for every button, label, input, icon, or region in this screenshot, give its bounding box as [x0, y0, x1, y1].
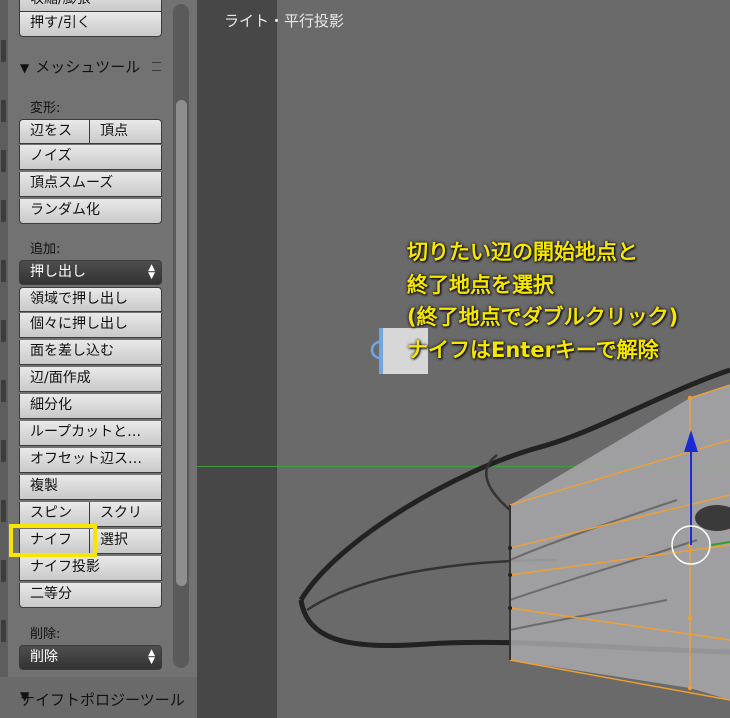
- tool-shelf-tabs[interactable]: [0, 0, 8, 718]
- smooth-vertex-button[interactable]: 頂点スムーズ: [19, 172, 162, 197]
- extrude-individual-button[interactable]: 個々に押し出し: [19, 313, 162, 338]
- delete-select[interactable]: 削除 ▲ ▼: [19, 645, 162, 670]
- loop-cut-button[interactable]: ループカットと…: [19, 421, 162, 446]
- bisect-button[interactable]: 二等分: [19, 583, 162, 608]
- delete-label: 削除:: [30, 627, 61, 642]
- knife-topology-title: ナイフトポロジーツール: [20, 691, 185, 709]
- collapse-triangle-icon: ▼: [20, 61, 30, 75]
- 3d-viewport[interactable]: ライト・平行投影 切りたい辺の開始地点と 終了地点を選択 (終了地点でダブルクリ…: [197, 0, 730, 718]
- select-arrows-icon: ▲ ▼: [148, 648, 155, 666]
- delete-select-value: 削除: [30, 649, 58, 665]
- make-edge-face-button[interactable]: 辺/面作成: [19, 367, 162, 392]
- shrink-fatten-button[interactable]: 収縮/膨張: [19, 0, 162, 12]
- mesh-face: [510, 385, 730, 700]
- push-pull-button[interactable]: 押す/引く: [19, 12, 162, 37]
- inset-faces-button[interactable]: 面を差し込む: [19, 340, 162, 365]
- knife-highlight-box: [9, 524, 97, 557]
- transform-label: 変形:: [30, 101, 61, 116]
- subdivide-button[interactable]: 細分化: [19, 394, 162, 419]
- mesh-tools-title: メッシュツール: [35, 58, 141, 76]
- instruction-annotation: 切りたい辺の開始地点と 終了地点を選択 (終了地点でダブルクリック) ナイフはE…: [407, 236, 678, 366]
- add-label: 追加:: [30, 242, 61, 257]
- extrude-region-button[interactable]: 領域で押し出し: [19, 287, 162, 312]
- edge-slide-button[interactable]: 辺をス: [19, 119, 90, 144]
- extrude-select[interactable]: 押し出し ▲ ▼: [19, 260, 162, 285]
- duplicate-button[interactable]: 複製: [19, 475, 162, 500]
- select-arrows-icon: ▲ ▼: [148, 263, 155, 281]
- noise-button[interactable]: ノイズ: [19, 145, 162, 170]
- viewport-title: ライト・平行投影: [224, 12, 345, 30]
- knife-topology-header[interactable]: ▼ ナイフトポロジーツール: [0, 677, 197, 718]
- knife-select-button[interactable]: 選択: [90, 529, 162, 554]
- extrude-select-value: 押し出し: [30, 264, 86, 280]
- knife-project-button[interactable]: ナイフ投影: [19, 556, 162, 581]
- vertex-slide-button[interactable]: 頂点: [90, 119, 162, 144]
- annotation-line: 終了地点を選択: [407, 272, 554, 297]
- panel-scrollbar-thumb[interactable]: [176, 100, 187, 586]
- drag-handle-icon[interactable]: [152, 62, 161, 71]
- tool-shelf-panel: 収縮/膨張 押す/引く ▼ メッシュツール 変形: 辺をス 頂点 ノイズ 頂点スム…: [0, 0, 197, 718]
- annotation-line: ナイフはEnterキーで解除: [407, 337, 659, 362]
- annotation-line: 切りたい辺の開始地点と: [407, 240, 638, 264]
- screw-button[interactable]: スクリ: [90, 502, 162, 527]
- knife-cursor-edge: [379, 328, 383, 374]
- mesh-tools-header[interactable]: ▼ メッシュツール: [20, 56, 140, 77]
- annotation-line: (終了地点でダブルクリック): [407, 305, 679, 329]
- knife-cursor-handle: [370, 340, 381, 360]
- randomize-button[interactable]: ランダム化: [19, 199, 162, 224]
- offset-edge-slide-button[interactable]: オフセット辺ス…: [19, 448, 162, 473]
